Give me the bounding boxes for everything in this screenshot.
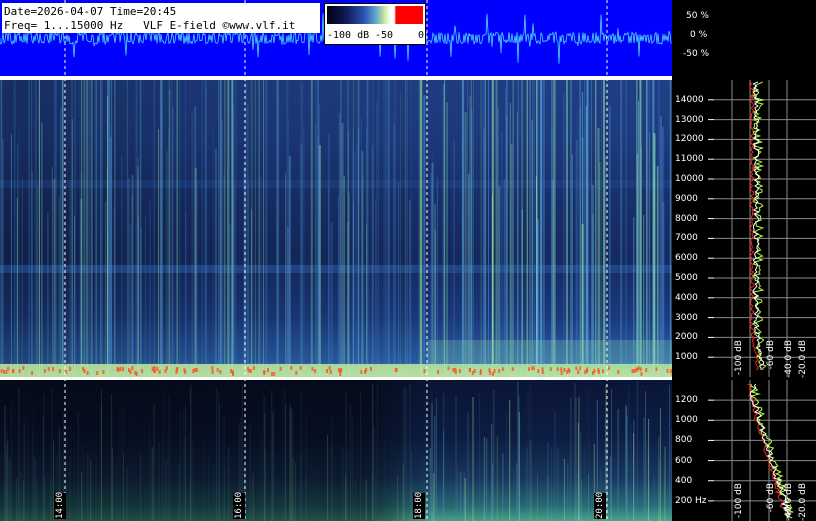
spectrogram-lower-streaks bbox=[4, 380, 672, 521]
colorbar-max-label: 0 bbox=[418, 30, 425, 41]
spectrogram-upper bbox=[0, 80, 672, 377]
spectrogram-lower bbox=[0, 380, 672, 521]
info-box: Date=2026-04-07 Time=20:45 Freq= 1...150… bbox=[2, 3, 320, 33]
colorbar-min-label: -100 dB bbox=[327, 30, 370, 41]
spectrogram-streaks bbox=[0, 80, 672, 377]
db-tick-label: -100 dB bbox=[734, 340, 744, 376]
freq-tick-upper: 12000 bbox=[675, 134, 704, 144]
freq-tick-upper: 5000 bbox=[675, 273, 698, 283]
freq-tick-upper: 11000 bbox=[675, 154, 704, 164]
freq-tick-lower: 400 bbox=[675, 476, 693, 486]
freq-tick-upper: 1000 bbox=[675, 352, 698, 362]
db-tick-label: -100 dB bbox=[734, 483, 744, 519]
freq-tick-lower: 200 Hz bbox=[675, 496, 707, 506]
freq-tick-lower: 800 bbox=[675, 435, 693, 445]
time-label-16: 16:00 bbox=[233, 491, 245, 519]
freq-tick-upper: 4000 bbox=[675, 293, 698, 303]
db-tick-label: -40.0 dB bbox=[784, 483, 794, 521]
db-tick-label: -40.0 dB bbox=[784, 340, 794, 379]
freq-tick-upper: 2000 bbox=[675, 332, 698, 342]
freq-tick-upper: 3000 bbox=[675, 313, 698, 323]
freq-tick-lower: 600 bbox=[675, 456, 693, 466]
db-tick-label: -60 dB bbox=[766, 340, 776, 370]
freq-tick-lower: 1000 bbox=[675, 415, 698, 425]
colorbar-mid-label: -50 bbox=[375, 30, 394, 41]
freq-tick-upper: 14000 bbox=[675, 95, 704, 105]
waveform-axis-neg50: -50 % bbox=[683, 49, 710, 59]
info-date-time: Date=2026-04-07 Time=20:45 bbox=[4, 5, 177, 18]
freq-tick-upper: 6000 bbox=[675, 253, 698, 263]
db-tick-label: -60 dB bbox=[766, 483, 776, 513]
freq-tick-upper: 7000 bbox=[675, 233, 698, 243]
freq-tick-upper: 10000 bbox=[675, 174, 704, 184]
colorbar-gradient bbox=[327, 6, 423, 24]
colorbar: -100 dB -50 0 bbox=[324, 3, 426, 45]
waveform-axis-50: 50 % bbox=[686, 11, 709, 21]
freq-tick-lower: 1200 bbox=[675, 395, 698, 405]
db-tick-label: -20.0 dB bbox=[798, 340, 808, 379]
time-label-18: 18:00 bbox=[413, 491, 425, 519]
freq-tick-upper: 8000 bbox=[675, 214, 698, 224]
freq-tick-upper: 9000 bbox=[675, 194, 698, 204]
freq-tick-upper: 13000 bbox=[675, 115, 704, 125]
db-tick-label: -20.0 dB bbox=[798, 483, 808, 521]
waveform-axis-0: 0 % bbox=[690, 30, 708, 40]
info-frequency: Freq= 1...15000 Hz VLF E-field ©www.vlf.… bbox=[4, 19, 296, 32]
time-label-20: 20:00 bbox=[594, 491, 606, 519]
time-label-14: 14:00 bbox=[54, 491, 66, 519]
